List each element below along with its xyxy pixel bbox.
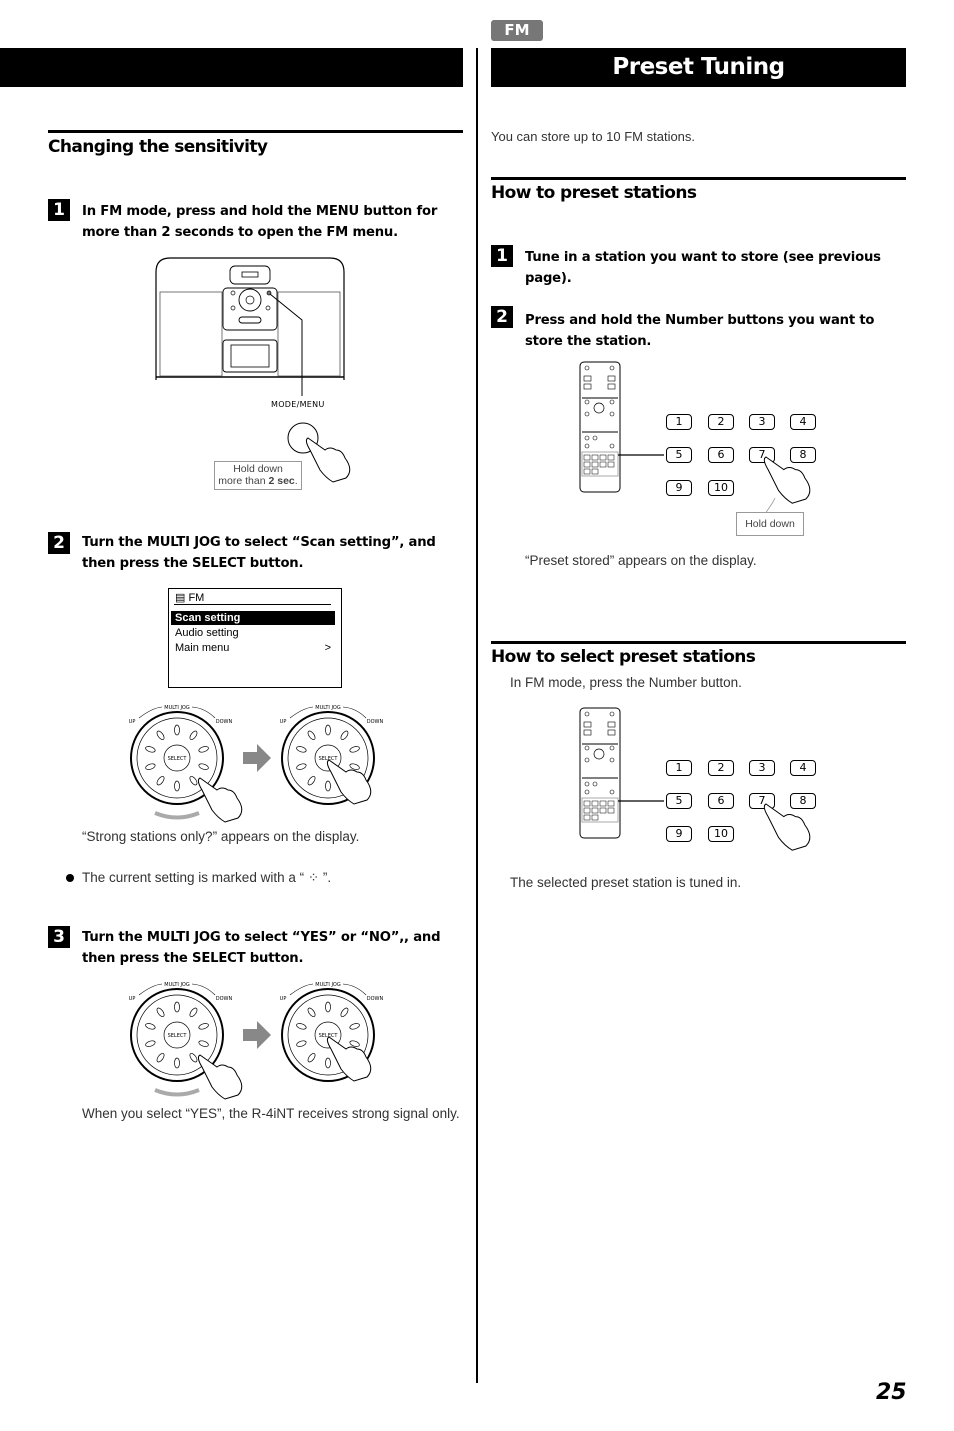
jog-up-label: UP (280, 996, 287, 1002)
multi-jog-illustration-step3: SELECTMULTI JOGUP DOWNSELECTMULTI JOGUP DO… (129, 982, 384, 1100)
number-key-1: 1 (666, 414, 692, 430)
lcd-item-label: Scan setting (175, 612, 241, 624)
step-2-text: Turn the MULTI JOG to select “Scan setti… (82, 535, 436, 571)
heading-changing-sensitivity: Changing the sensitivity (48, 137, 268, 157)
lcd-item-label: Main menu (175, 642, 230, 654)
step-number-1: 1 (48, 199, 70, 221)
hold-2sec-callout: Hold down more than 2 sec. (214, 461, 302, 490)
step-3-text: Turn the MULTI JOG to select “YES” or “N… (82, 930, 441, 966)
jog-title: MULTI JOG (315, 705, 341, 711)
number-key-10: 10 (708, 826, 734, 842)
lcd-header: ▤ FM (175, 591, 204, 604)
page-title: Preset Tuning (491, 48, 906, 87)
intro-text: You can store up to 10 FM stations. (491, 129, 696, 144)
number-key-4: 4 (790, 414, 816, 430)
number-key-4: 4 (790, 760, 816, 776)
jog-up-label: UP (129, 719, 136, 725)
step-number-3: 3 (48, 926, 70, 948)
lcd-header-text: FM (188, 592, 205, 604)
section-rule (48, 130, 463, 133)
remote-body (579, 707, 621, 839)
callout-line-1: Hold down (233, 463, 283, 475)
number-key-2: 2 (708, 760, 734, 776)
menu-list-icon: ▤ (175, 592, 189, 604)
jog-title: MULTI JOG (315, 982, 341, 988)
step-number-2: 2 (48, 532, 70, 554)
lcd-item-main-menu: Main menu > (171, 641, 335, 655)
jog-down-label: DOWN (367, 996, 384, 1002)
section-tag-fm: FM (491, 20, 543, 41)
arrow-right-icon (243, 744, 271, 772)
section-rule (491, 641, 906, 644)
number-key-6: 6 (708, 447, 734, 463)
multi-jog-illustration-step2: SELECTMULTI JOGUP DOWNSELECTMULTI JOGUP DO… (129, 705, 384, 823)
preset-result: “Preset stored” appears on the display. (525, 553, 757, 568)
step-2-result: “Strong stations only?” appears on the d… (82, 829, 360, 844)
section-rule (491, 177, 906, 180)
left-header-bar (0, 48, 463, 87)
hand-shape (763, 803, 811, 851)
heading-how-to-preset: How to preset stations (491, 183, 697, 203)
number-key-3: 3 (749, 414, 775, 430)
jog-down-label: DOWN (216, 996, 233, 1002)
bullet-note: The current setting is marked with a “ ⁘… (82, 870, 332, 885)
bullet-icon (66, 874, 74, 882)
select-result: The selected preset station is tuned in. (510, 875, 742, 890)
remote-control-illustration (579, 361, 664, 493)
multi-jog-dial: SELECT MULTI JOG UP DOWN (129, 982, 233, 1082)
jog-down-label: DOWN (216, 719, 233, 725)
column-divider (476, 48, 478, 1383)
multi-jog-dial: SELECT MULTI JOG UP DOWN (129, 705, 233, 805)
number-key-1: 1 (666, 760, 692, 776)
number-key-10: 10 (708, 480, 734, 496)
arrow-right-icon (243, 1021, 271, 1049)
step-3-result: When you select “YES”, the R-4iNT receiv… (82, 1106, 460, 1121)
jog-title: MULTI JOG (164, 705, 190, 711)
heading-how-to-select: How to select preset stations (491, 647, 756, 667)
hand-pointer-icon (197, 1054, 243, 1100)
step-1-text: In FM mode, press and hold the MENU butt… (82, 204, 438, 240)
jog-down-label: DOWN (367, 719, 384, 725)
number-key-2: 2 (708, 414, 734, 430)
number-key-9: 9 (666, 826, 692, 842)
preset-step-1-text: Tune in a station you want to store (see… (525, 250, 881, 286)
callout-prefix: more than (218, 475, 269, 487)
chevron-right-icon: > (324, 642, 331, 654)
number-key-3: 3 (749, 760, 775, 776)
number-key-5: 5 (666, 793, 692, 809)
preset-step-2-text: Press and hold the Number buttons you wa… (525, 313, 875, 349)
hand-pointer-icon (763, 803, 811, 851)
select-label: SELECT (168, 1033, 188, 1039)
number-key-5: 5 (666, 447, 692, 463)
jog-up-label: UP (280, 719, 287, 725)
number-key-9: 9 (666, 480, 692, 496)
jog-up-label: UP (129, 996, 136, 1002)
lcd-display: ▤ FM Scan setting Audio setting Main men… (168, 588, 342, 688)
select-intro: In FM mode, press the Number button. (510, 675, 742, 690)
callout-line-2: more than 2 sec. (215, 475, 301, 487)
rotate-arrow-icon (154, 1088, 200, 1097)
callout-bold: 2 sec (268, 475, 295, 487)
hold-down-callout: Hold down (736, 512, 804, 536)
lcd-item-label: Audio setting (175, 627, 239, 639)
hand-shape (763, 456, 811, 504)
lcd-item-audio-setting: Audio setting (171, 626, 335, 640)
callout-suffix: . (294, 475, 298, 487)
hand-pointer-icon (763, 456, 811, 504)
lcd-divider (174, 604, 331, 605)
jog-title: MULTI JOG (164, 982, 190, 988)
mode-menu-label: MODE/MENU (271, 400, 325, 409)
hand-pointer-icon (197, 777, 243, 823)
lcd-item-scan-setting: Scan setting (171, 611, 335, 625)
rotate-arrow-icon (154, 811, 200, 820)
select-label: SELECT (168, 756, 188, 762)
step-number-2: 2 (491, 306, 513, 328)
page-number: 25 (876, 1380, 907, 1405)
remote-body (579, 361, 621, 493)
remote-control-illustration (579, 707, 664, 839)
number-key-6: 6 (708, 793, 734, 809)
step-number-1: 1 (491, 245, 513, 267)
